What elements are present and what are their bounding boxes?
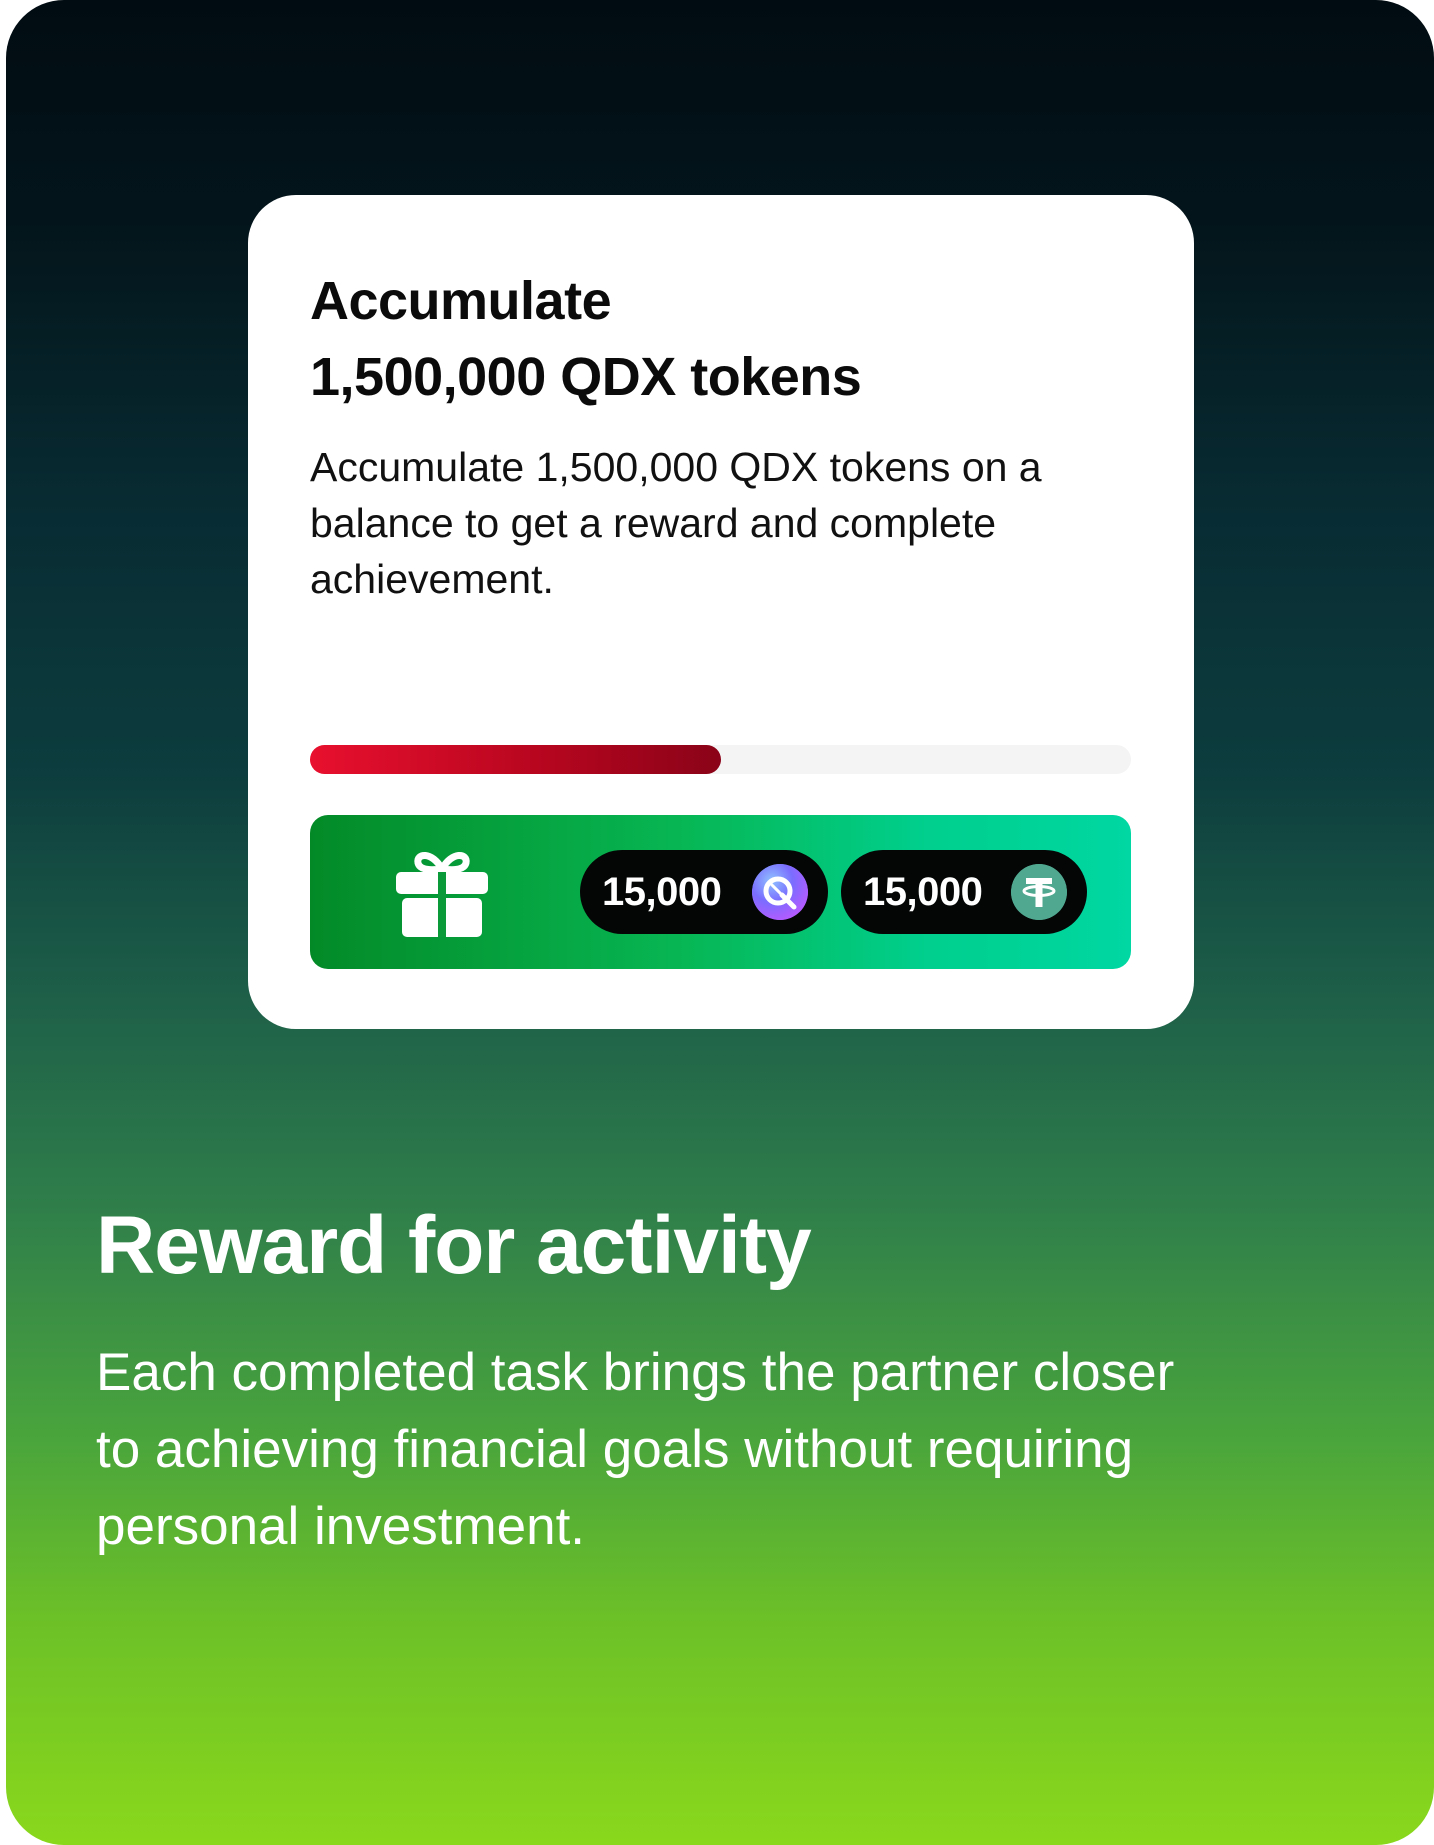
section-subtext: Each completed task brings the partner c… xyxy=(96,1334,1366,1565)
reward-amount: 15,000 xyxy=(602,869,722,914)
reward-bar: 15,000 15,000 xyxy=(310,815,1131,969)
task-description-line: achievement. xyxy=(310,556,554,602)
promo-panel: Accumulate 1,500,000 QDX tokens Accumula… xyxy=(6,0,1434,1845)
task-description-line: Accumulate 1,500,000 QDX tokens on a xyxy=(310,444,1042,490)
task-title: Accumulate 1,500,000 QDX tokens xyxy=(310,263,1130,415)
subtext-line: personal investment. xyxy=(96,1497,586,1556)
reward-chip-qdx: 15,000 xyxy=(580,850,828,934)
reward-amount: 15,000 xyxy=(863,869,983,914)
subtext-line: to achieving financial goals without req… xyxy=(96,1420,1134,1479)
task-title-line: 1,500,000 QDX tokens xyxy=(310,347,862,407)
reward-chip-usdt: 15,000 xyxy=(841,850,1087,934)
subtext-line: Each completed task brings the partner c… xyxy=(96,1343,1175,1402)
progress-bar xyxy=(310,745,1131,774)
qdx-token-icon xyxy=(752,864,808,920)
progress-bar-fill xyxy=(310,745,721,774)
gift-icon xyxy=(396,852,488,937)
task-card: Accumulate 1,500,000 QDX tokens Accumula… xyxy=(248,195,1194,1029)
task-description-line: balance to get a reward and complete xyxy=(310,500,997,546)
section-headline: Reward for activity xyxy=(96,1200,812,1291)
task-description: Accumulate 1,500,000 QDX tokens on a bal… xyxy=(310,439,1140,607)
task-title-line: Accumulate xyxy=(310,271,612,331)
usdt-token-icon xyxy=(1011,864,1067,920)
